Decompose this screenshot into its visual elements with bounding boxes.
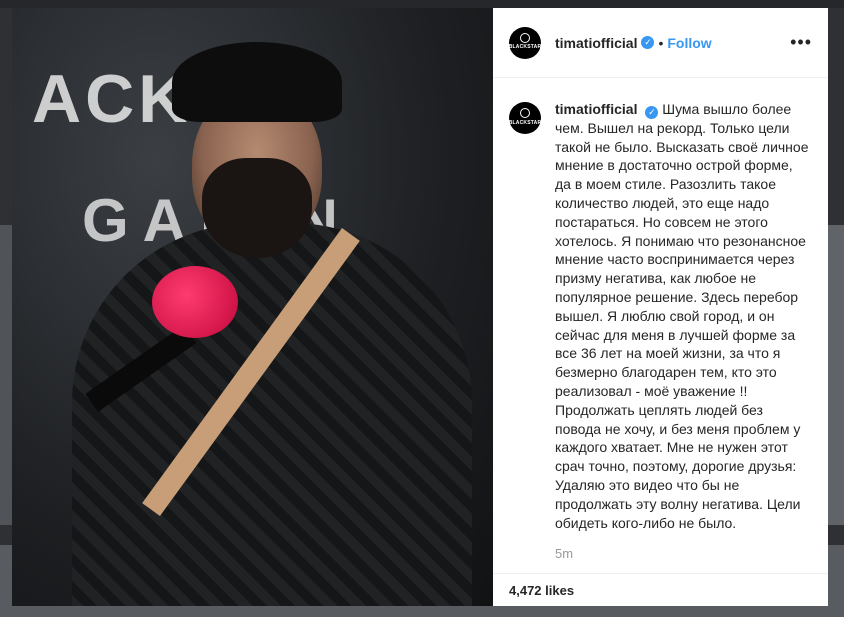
photo-person-cap — [172, 42, 342, 122]
caption-text: Шума вышло более чем. Вышел на рекорд. Т… — [555, 101, 809, 531]
more-options-icon[interactable]: ••• — [790, 32, 812, 53]
avatar-ring-icon — [520, 32, 530, 43]
photo-person-beard — [202, 158, 312, 258]
background-thumbnail — [828, 225, 844, 525]
post-timestamp[interactable]: 5m — [555, 546, 812, 561]
photo-person-jacket — [72, 223, 472, 606]
post-side-panel: BLACKSTAR timatiofficial ✓ • Follow ••• … — [493, 8, 828, 606]
separator-dot: • — [658, 34, 664, 51]
comments-area[interactable]: BLACKSTAR timatiofficial ✓ Шума вышло бо… — [493, 78, 828, 573]
avatar-ring-icon — [520, 108, 530, 118]
post-modal: ACK S GAMIN BLACKSTAR timatiofficial ✓ •… — [12, 8, 828, 606]
post-header: BLACKSTAR timatiofficial ✓ • Follow ••• — [493, 8, 828, 78]
avatar-label: BLACKSTAR — [508, 44, 542, 50]
username-link[interactable]: timatiofficial — [555, 35, 637, 51]
background-strip — [0, 0, 844, 8]
likes-bar: 4,472 likes — [493, 573, 828, 606]
avatar[interactable]: BLACKSTAR — [508, 26, 542, 59]
caption-username-link[interactable]: timatiofficial — [555, 101, 637, 117]
avatar[interactable]: BLACKSTAR — [509, 102, 541, 134]
verified-badge-icon: ✓ — [645, 105, 659, 119]
verified-badge-icon: ✓ — [641, 36, 655, 49]
caption-text-block: timatiofficial ✓ Шума вышло более чем. В… — [555, 100, 812, 532]
background-thumbnail — [0, 225, 12, 525]
likes-count[interactable]: 4,472 likes — [509, 583, 574, 598]
follow-button[interactable]: Follow — [667, 35, 711, 51]
caption-comment: BLACKSTAR timatiofficial ✓ Шума вышло бо… — [509, 100, 812, 532]
photo-microphone — [152, 266, 238, 338]
post-photo[interactable]: ACK S GAMIN — [12, 8, 493, 606]
avatar-label: BLACKSTAR — [508, 119, 542, 126]
